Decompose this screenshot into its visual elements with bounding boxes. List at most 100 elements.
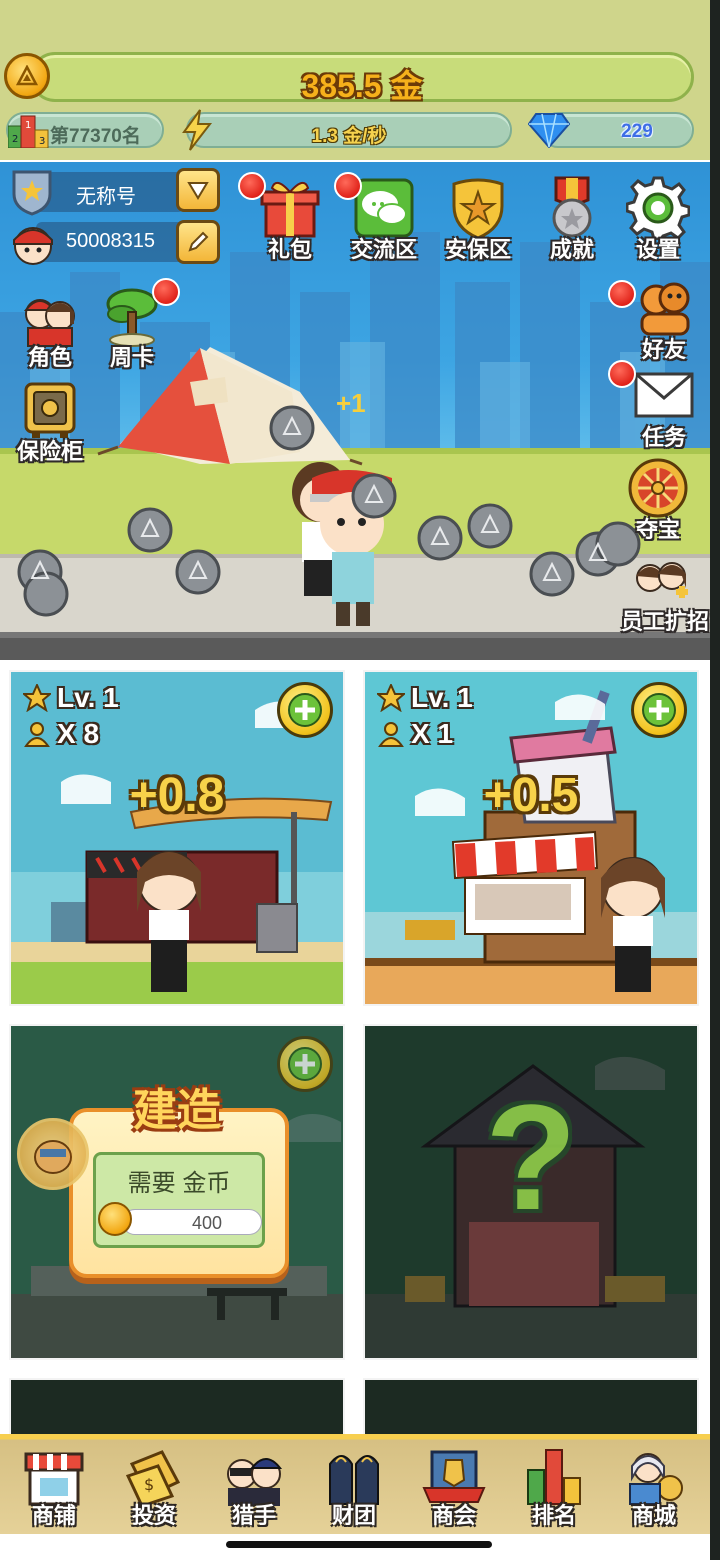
build-cost-box: 需要 金币 400 (93, 1152, 265, 1248)
gift-pack-badge (238, 172, 266, 200)
home-indicator[interactable] (226, 1541, 492, 1548)
community-badge (334, 172, 362, 200)
tasks-label: 任务 (641, 425, 686, 450)
locked-question-mark: ? (485, 1073, 577, 1241)
bottom-navigation: 商铺 $ 投资 猎手 财团 商会 排名 商城 (0, 1434, 710, 1534)
nav-mall[interactable]: 商城 (606, 1440, 702, 1532)
diamond-icon (528, 113, 570, 148)
gear-icon (626, 176, 690, 240)
gold-total-bar: 385.5 金 (30, 52, 694, 104)
building-level: Lv. 1 (23, 682, 119, 714)
player-id: 50008315 (66, 230, 155, 252)
nav-chamber-label: 商会 (431, 1503, 476, 1528)
podium-icon: 2 1 3 (8, 115, 49, 148)
friends-button[interactable]: 好友 (624, 276, 704, 366)
achievements-label: 成就 (549, 237, 594, 262)
rank-text: 第77370名 (50, 126, 141, 147)
building-card-bbq[interactable]: Lv. 1 X 8 +0.8 (9, 670, 345, 1006)
safe-icon (24, 382, 76, 438)
person-icon (378, 722, 404, 747)
title-dropdown-button[interactable] (176, 168, 220, 212)
treasure-button[interactable]: 夺宝 (618, 456, 698, 546)
screen-edge (710, 0, 720, 1560)
gold-rate-text: 1.3 金/秒 (311, 126, 387, 147)
gift-pack-label: 礼包 (267, 237, 312, 262)
medal-icon (552, 176, 592, 238)
floating-gain-text: +1 (336, 388, 366, 418)
nav-chamber[interactable]: 商会 (406, 1440, 502, 1532)
nav-consortium[interactable]: 财团 (306, 1440, 402, 1532)
hire-staff-button[interactable]: 员工扩招 (620, 548, 710, 638)
characters-button[interactable]: 角色 (10, 284, 90, 374)
plus-icon (642, 693, 676, 727)
title-badge-icon (12, 170, 52, 216)
safe-label: 保险柜 (16, 439, 83, 464)
achievements-button[interactable]: 成就 (532, 176, 612, 266)
game-screen: 385.5 金 第77370名 2 1 3 1.3 金/秒 229 +1 无称号… (0, 0, 710, 1560)
svg-text:3: 3 (39, 136, 45, 147)
building-level-text: Lv. 1 (411, 682, 473, 713)
building-staff: X 1 (377, 718, 453, 750)
player-name: 无称号 (76, 186, 136, 208)
upgrade-button[interactable] (277, 682, 333, 738)
build-requirement: 需要 金币 (127, 1170, 231, 1197)
build-cost: 400 (191, 1213, 223, 1233)
tasks-button[interactable]: 任务 (624, 364, 704, 454)
star-icon (377, 684, 405, 712)
treasure-label: 夺宝 (635, 517, 680, 542)
build-cost-pill: 400 (122, 1209, 262, 1235)
nav-ranking-label: 排名 (531, 1503, 576, 1528)
wheel-icon (628, 458, 688, 518)
edit-name-button[interactable] (176, 220, 220, 264)
nav-consortium-label: 财团 (331, 1503, 376, 1528)
settings-button[interactable]: 设置 (618, 176, 698, 266)
friends-icon (640, 282, 690, 336)
nav-invest-label: 投资 (131, 1503, 176, 1528)
friends-badge (608, 280, 636, 308)
svg-text:2: 2 (12, 134, 18, 145)
chevron-down-icon (187, 182, 209, 200)
plus-icon (288, 693, 322, 727)
weekly-card-label: 周卡 (109, 345, 154, 370)
building-card-locked[interactable]: ? (363, 1024, 699, 1360)
nav-shop[interactable]: 商铺 (6, 1440, 102, 1532)
pencil-icon (188, 231, 209, 252)
player-name-row: 无称号 (36, 172, 184, 212)
gem-count: 229 (621, 121, 653, 142)
weekly-card-badge (152, 278, 180, 306)
mail-icon (634, 372, 694, 418)
community-label: 交流区 (350, 237, 417, 262)
person-icon (24, 722, 50, 747)
building-card-partial-right[interactable] (363, 1378, 699, 1438)
income-per-cycle: +0.8 (129, 769, 225, 822)
friends-label: 好友 (641, 337, 686, 362)
player-id-row: 50008315 (36, 222, 184, 262)
building-card-partial-left[interactable] (9, 1378, 345, 1438)
hire-staff-label: 员工扩招 (620, 609, 709, 634)
building-card-tea-shop[interactable]: Lv. 1 X 1 +0.5 (363, 670, 699, 1006)
building-level-text: Lv. 1 (57, 682, 119, 713)
hire-icon (636, 562, 688, 598)
building-card-build[interactable]: 需要 金币 400 建造 (9, 1024, 345, 1360)
avatar[interactable] (8, 218, 58, 268)
nav-ranking[interactable]: 排名 (506, 1440, 602, 1532)
gold-coin-icon (4, 53, 50, 99)
security-button[interactable]: 安保区 (438, 176, 518, 266)
nav-hunter-label: 猎手 (231, 1503, 276, 1528)
income-per-cycle: +0.5 (483, 769, 579, 822)
characters-icon (23, 299, 75, 347)
tasks-badge (608, 360, 636, 388)
settings-label: 设置 (635, 237, 680, 262)
nav-invest[interactable]: $ 投资 (106, 1440, 202, 1532)
building-level: Lv. 1 (377, 682, 473, 714)
safe-button[interactable]: 保险柜 (10, 378, 90, 468)
svg-text:$: $ (144, 1475, 154, 1494)
star-icon (23, 684, 51, 712)
gold-total: 385.5 金 (301, 68, 423, 104)
resource-header: 385.5 金 第77370名 2 1 3 1.3 金/秒 229 (0, 0, 710, 160)
upgrade-button[interactable] (631, 682, 687, 738)
mascot-badge-icon[interactable] (17, 1118, 89, 1190)
nav-hunter[interactable]: 猎手 (206, 1440, 302, 1532)
shield-icon (452, 178, 504, 240)
nav-shop-label: 商铺 (31, 1503, 76, 1528)
